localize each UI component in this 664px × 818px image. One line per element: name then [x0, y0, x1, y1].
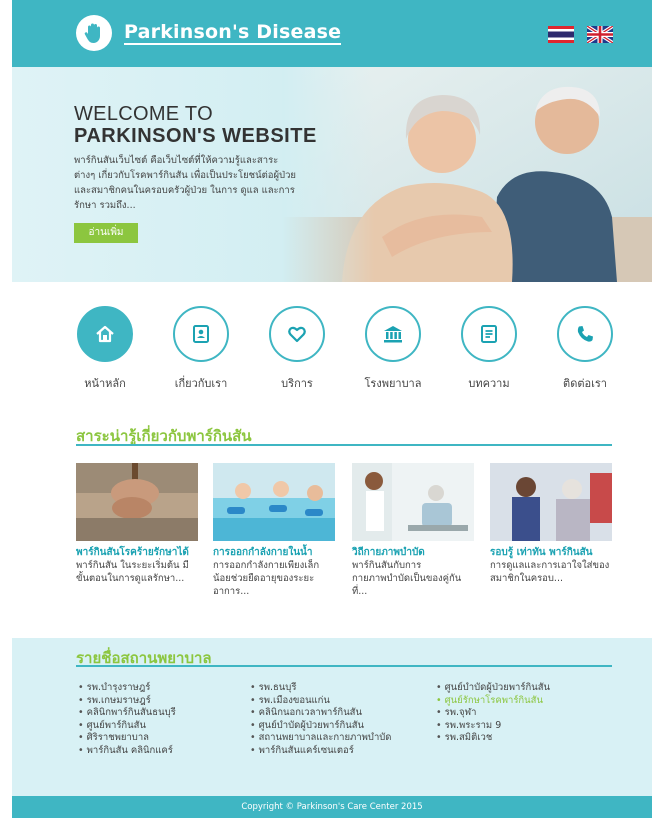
read-more-button[interactable]: อ่านเพิ่ม [74, 223, 138, 243]
contact-card-icon[interactable] [173, 306, 229, 362]
nav-item-about[interactable]: เกี่ยวกับเรา [153, 306, 249, 392]
hospital-link[interactable]: คลินิกพาร์กินสันธนบุรี [78, 707, 176, 720]
articles-divider [76, 444, 612, 446]
article-card[interactable]: พาร์กินสันโรคร้ายรักษาได้ พาร์กินสัน ในร… [76, 463, 198, 585]
nav-item-hospitals[interactable]: โรงพยาบาล [345, 306, 441, 392]
nav-label-services: บริการ [281, 377, 313, 390]
article-desc: การดูแลและการเอาใจใส่ของสมาชิกในครอบ... [490, 560, 610, 584]
elderly-hands-cane-photo[interactable] [76, 463, 198, 541]
nav-item-contact[interactable]: ติดต่อเรา [537, 306, 633, 392]
article-title[interactable]: รอบรู้ เท่าทัน พาร์กินสัน [490, 546, 612, 559]
elderly-couple-photo [282, 67, 652, 282]
article-title[interactable]: วิถีกายภาพบำบัด [352, 546, 474, 559]
hospital-list-3: ศูนย์บำบัดผู้ป่วยพาร์กินสัน ศูนย์รักษาโร… [436, 682, 550, 745]
water-exercise-photo[interactable] [213, 463, 335, 541]
hospital-link[interactable]: รพ.พระราม 9 [436, 720, 550, 733]
hospital-link[interactable]: รพ.ธนบุรี [250, 682, 391, 695]
hospital-link[interactable]: สถานพยาบาลและกายภาพบำบัด [250, 732, 392, 745]
thai-flag-icon[interactable] [548, 26, 574, 43]
nav-label-contact: ติดต่อเรา [563, 377, 607, 390]
nav-label-home: หน้าหลัก [84, 377, 126, 390]
nav-item-articles[interactable]: บทความ [441, 306, 537, 392]
hospital-link[interactable]: รพ.จุฬา [436, 707, 550, 720]
site-footer: Copyright © Parkinson's Care Center 2015 [12, 796, 652, 818]
site-brand-link[interactable]: Parkinson's Disease [124, 22, 342, 45]
welcome-heading: WELCOME TO [74, 103, 213, 125]
uk-flag-icon[interactable] [587, 26, 613, 43]
nav-item-services[interactable]: บริการ [249, 306, 345, 392]
hospital-link[interactable]: รพ.เกษมราษฎร์ [78, 695, 176, 708]
hospital-link[interactable]: รพ.สมิติเวช [436, 732, 550, 745]
hospital-link[interactable]: คลินิกนอกเวลาพาร์กินสัน [250, 707, 391, 720]
hero-banner: WELCOME TO PARKINSON'S WEBSITE พาร์กินสั… [12, 67, 652, 282]
hospital-link[interactable]: รพ.บำรุงราษฎร์ [78, 682, 176, 695]
nav-label-hospitals: โรงพยาบาล [364, 377, 422, 390]
article-desc: การออกกำลังกายเพียงเล็กน้อยช่วยยืดอายุขอ… [213, 560, 320, 597]
home-icon[interactable] [77, 306, 133, 362]
hospital-link[interactable]: รพ.เมืองขอนแก่น [250, 695, 391, 708]
nav-label-about: เกี่ยวกับเรา [174, 377, 228, 390]
document-icon[interactable] [461, 306, 517, 362]
phone-icon[interactable] [557, 306, 613, 362]
hospital-link[interactable]: พาร์กินสัน คลินิกแคร์ [78, 745, 176, 758]
article-desc: พาร์กินสันกับการกายภาพบำบัดเป็นของคู่กัน… [352, 560, 462, 597]
main-nav: หน้าหลัก เกี่ยวกับเรา บริการ โรงพยาบาล บ… [12, 306, 652, 396]
nav-label-articles: บทความ [468, 377, 510, 390]
hero-intro-text: พาร์กินสันเว็บไซต์ คือเว็บไซต์ที่ให้ความ… [74, 155, 296, 211]
hospital-link-highlighted[interactable]: ศูนย์รักษาโรคพาร์กินสัน [436, 695, 550, 708]
article-card[interactable]: รอบรู้ เท่าทัน พาร์กินสัน การดูแลและการเ… [490, 463, 612, 585]
hand-logo-icon[interactable] [76, 15, 112, 51]
nav-item-home[interactable]: หน้าหลัก [57, 306, 153, 392]
site-title-heading: PARKINSON'S WEBSITE [74, 125, 317, 147]
hospital-list-2: รพ.ธนบุรี รพ.เมืองขอนแก่น คลินิกนอกเวลาพ… [250, 682, 392, 758]
hospital-link[interactable]: ศูนย์บำบัดผู้ป่วยพาร์กินสัน [250, 720, 391, 733]
article-desc: พาร์กินสัน ในระยะเริ่มต้น มีขั้นตอนในการ… [76, 560, 189, 584]
article-title[interactable]: การออกกำลังกายในน้ำ [213, 546, 335, 559]
hospitals-divider [76, 665, 612, 667]
caregiver-elderly-photo[interactable] [490, 463, 612, 541]
article-title[interactable]: พาร์กินสันโรคร้ายรักษาได้ [76, 546, 198, 559]
hospital-link[interactable]: ศูนย์พาร์กินสัน [78, 720, 176, 733]
article-card[interactable]: วิถีกายภาพบำบัด พาร์กินสันกับการกายภาพบำ… [352, 463, 474, 598]
heart-icon[interactable] [269, 306, 325, 362]
hospital-link[interactable]: ศูนย์บำบัดผู้ป่วยพาร์กินสัน [436, 682, 550, 695]
hospital-link[interactable]: พาร์กินสันแคร์เซนเตอร์ [250, 745, 391, 758]
site-header: Parkinson's Disease [12, 0, 652, 67]
article-card[interactable]: การออกกำลังกายในน้ำ การออกกำลังกายเพียงเ… [213, 463, 335, 598]
hospital-list-1: รพ.บำรุงราษฎร์ รพ.เกษมราษฎร์ คลินิกพาร์ก… [78, 682, 176, 757]
hospital-link[interactable]: ศิริราชพยาบาล [78, 732, 176, 745]
hospital-building-icon[interactable] [365, 306, 421, 362]
physical-therapy-photo[interactable] [352, 463, 474, 541]
hospitals-section: รายชื่อสถานพยาบาล รพ.บำรุงราษฎร์ รพ.เกษม… [12, 638, 652, 796]
